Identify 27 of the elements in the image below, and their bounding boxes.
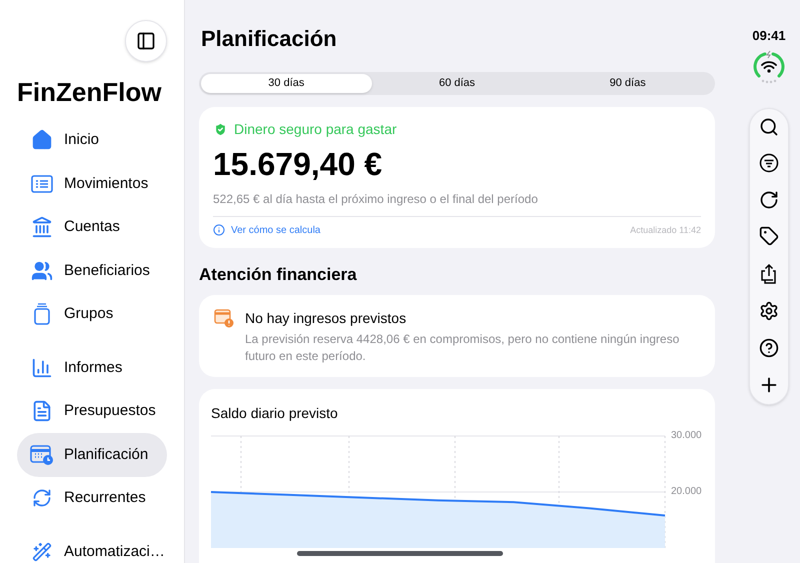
sidebar-item[interactable]: Planificación — [17, 433, 167, 476]
sidebar-item[interactable]: Presupuestos — [17, 390, 167, 433]
sidebar-item[interactable]: Cuentas — [17, 206, 167, 249]
sidebar-item[interactable]: Recurrentes — [17, 476, 167, 520]
amount: 15.679,40 € — [213, 144, 384, 184]
sidebar-item[interactable]: Beneficiarios — [17, 249, 167, 292]
sidebar-item[interactable]: Inicio — [17, 118, 167, 162]
updated-time: Actualizado 11:42 — [630, 224, 701, 237]
daily-amount-text: 522,65 € al día hasta el próximo ingreso o el final del período — [213, 190, 539, 208]
axis-label: 30.000 — [671, 430, 702, 441]
alert-title: No hay ingresos previstos — [245, 308, 408, 328]
sidebar-item[interactable]: Automatizaci… — [17, 530, 167, 563]
axis-label: 20.000 — [671, 486, 702, 497]
app-title: FinZenFlow — [17, 76, 162, 108]
period-tab[interactable]: 30 días — [201, 74, 372, 93]
period-tab[interactable]: 60 días — [372, 74, 542, 93]
period-tab[interactable]: 90 días — [542, 74, 714, 93]
card-heading: Dinero seguro para gastar — [234, 120, 397, 139]
alert-description: La previsión reserva 4428,06 € en compromisos, pero no contiene ningún ingreso futuro en este período. — [245, 330, 680, 365]
chart-title: Saldo diario previsto — [211, 404, 339, 423]
sidebar-item[interactable]: Informes — [17, 346, 167, 390]
sidebar-item[interactable]: Movimientos — [17, 162, 167, 206]
page-title: Planificación — [200, 28, 338, 50]
sidebar-item[interactable]: Grupos — [17, 292, 167, 336]
calculation-link[interactable]: Ver cómo se calcula — [231, 222, 320, 238]
status-time: 09:41 — [752, 27, 786, 45]
section-title: Atención financiera — [199, 266, 358, 283]
